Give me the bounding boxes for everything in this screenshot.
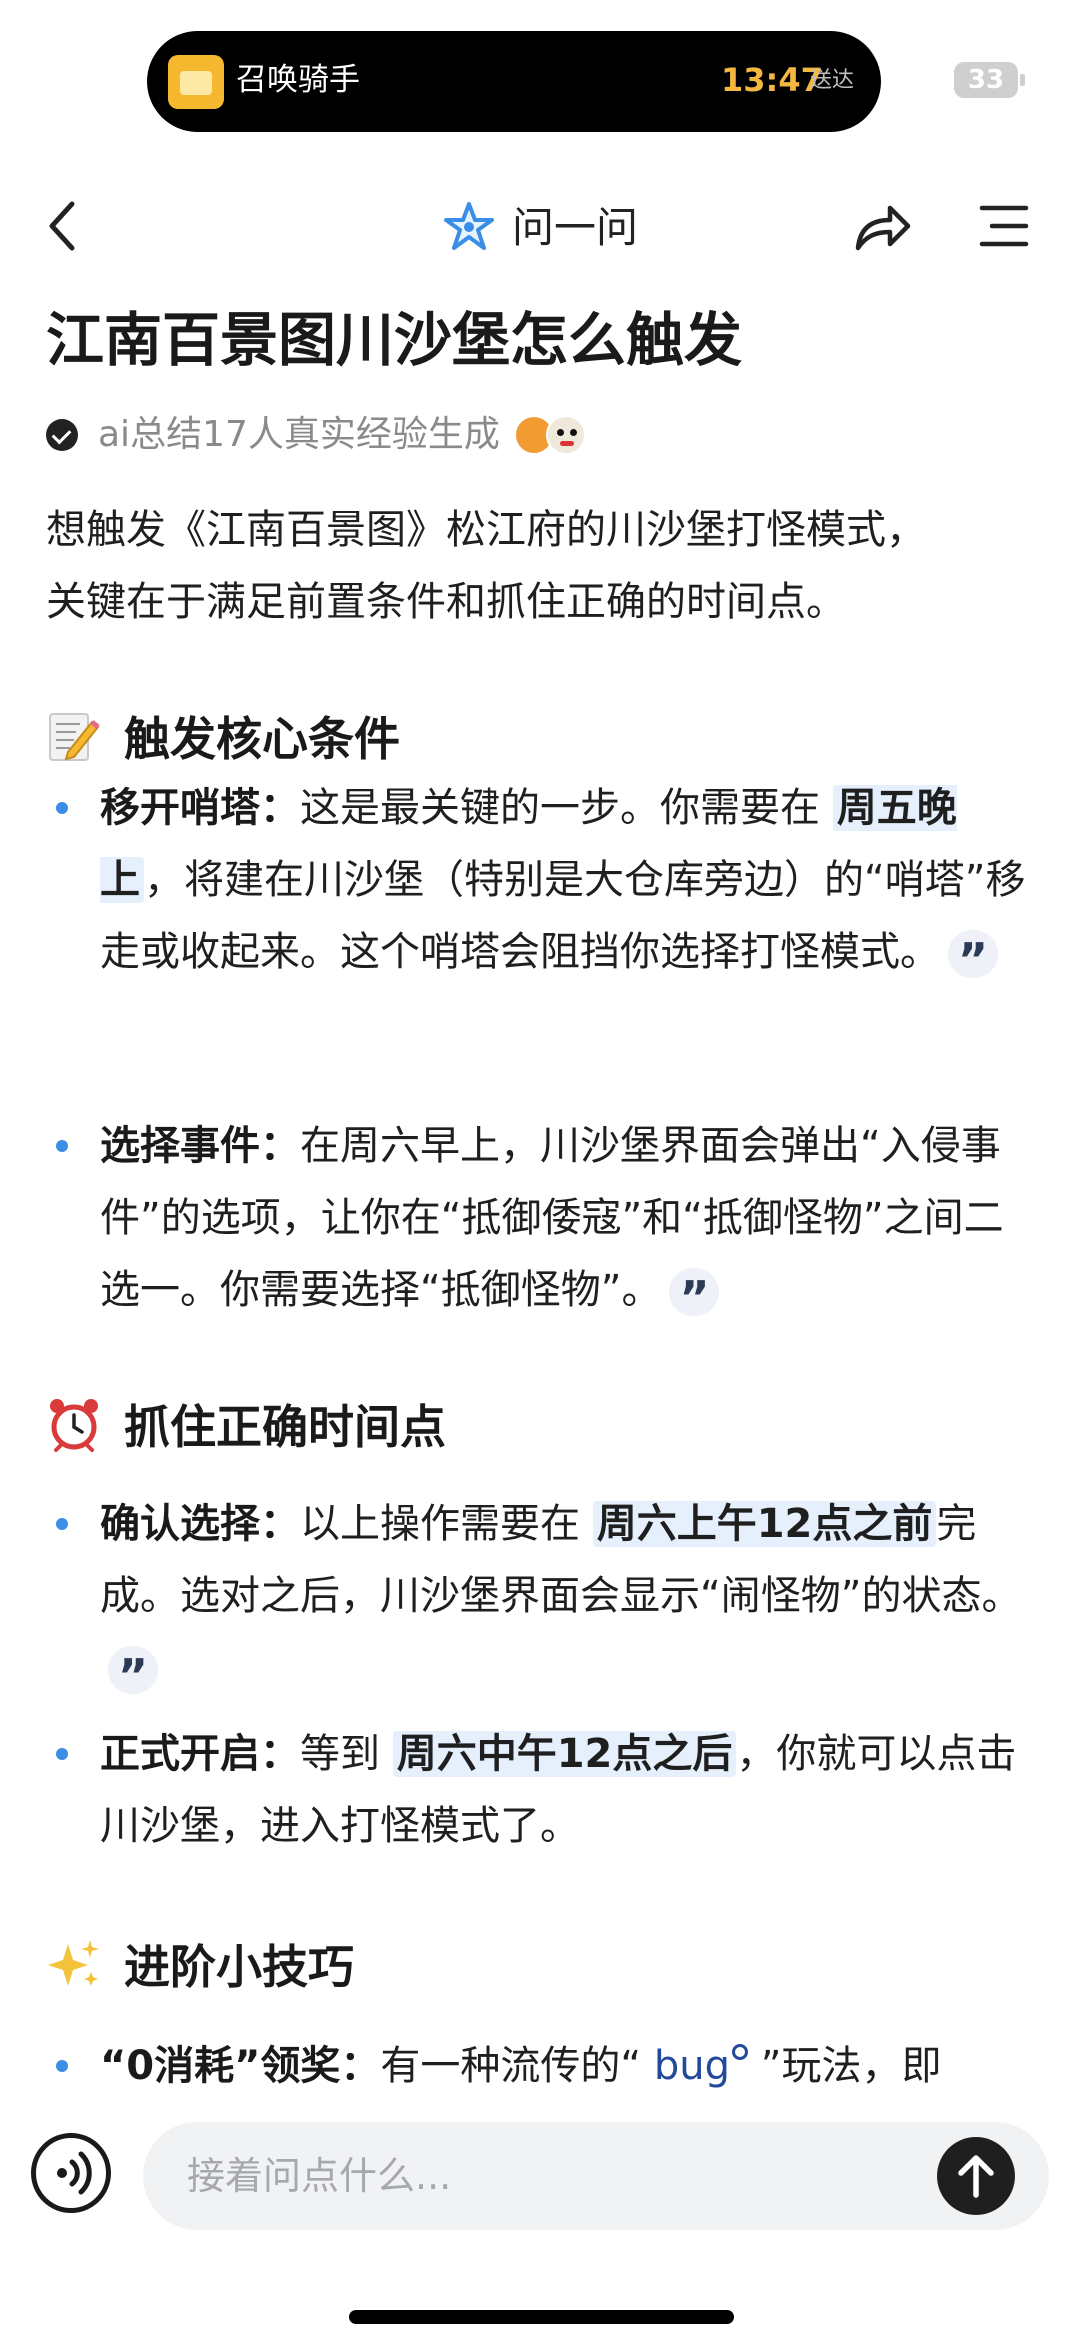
- sparkles-icon: [48, 1940, 99, 1986]
- section-heading-text: 抓住正确时间点: [124, 1400, 446, 1454]
- highlight-text: 周六上午12点之前: [592, 1501, 937, 1547]
- citation-quote-icon[interactable]: [948, 924, 998, 996]
- voice-button[interactable]: [31, 2133, 111, 2213]
- list-item: 正式开启：等到 周六中午12点之后 ，你就可以点击川沙堡，进入打怪模式了。: [100, 1718, 1035, 1862]
- nav-title: 问一问: [512, 203, 639, 252]
- list-item: “0消耗”领奖：有一种流传的“ bug ”玩法，即: [100, 2030, 1035, 2102]
- highlight-text: 周六中午12点之后: [392, 1731, 737, 1777]
- contributor-avatars[interactable]: [513, 415, 586, 455]
- island-time: 13:47: [721, 61, 823, 99]
- bullet-dot: [56, 1140, 68, 1152]
- bullet-dot: [56, 2060, 68, 2072]
- page-title: 江南百景图川沙堡怎么触发: [46, 306, 743, 374]
- send-button[interactable]: [937, 2137, 1015, 2215]
- item-label: “0消耗”领奖：: [100, 2043, 381, 2089]
- island-sub-label: 送达: [810, 68, 855, 93]
- intro-line: 想触发《江南百景图》松江府的川沙堡打怪模式，: [46, 507, 926, 553]
- nav-title-group: 问一问: [440, 198, 638, 258]
- item-text: 等到: [300, 1731, 380, 1777]
- list-item: 移开哨塔：这是最关键的一步。你需要在 周五晚上 ，将建在川沙堡（特别是大仓库旁边）…: [100, 772, 1035, 996]
- memo-pencil-icon: [49, 713, 100, 761]
- avatar: [545, 415, 586, 455]
- item-label: 正式开启：: [100, 1731, 300, 1777]
- section-heading: 抓住正确时间点: [46, 1388, 446, 1460]
- search-link[interactable]: bug: [653, 2043, 749, 2089]
- share-icon[interactable]: [852, 198, 912, 254]
- section-heading-text: 进阶小技巧: [124, 1940, 354, 1994]
- list-item: 确认选择：以上操作需要在 周六上午12点之前 完成。选对之后，川沙堡界面会显示“闹…: [100, 1488, 1035, 1712]
- item-text: ”玩法，即: [760, 2043, 942, 2089]
- ai-summary-meta: ai总结17人真实经验生成: [46, 410, 586, 460]
- item-label: 选择事件：: [100, 1123, 300, 1169]
- list-item: 选择事件：在周六早上，川沙堡界面会弹出“入侵事件”的选项，让你在“抵御倭寇”和“…: [100, 1110, 1035, 1334]
- meta-text: ai总结17人真实经验生成: [98, 414, 500, 455]
- item-text: 有一种流传的“: [380, 2043, 642, 2089]
- item-text: 这是最关键的一步。你需要在: [300, 785, 820, 831]
- search-icon: [732, 2044, 749, 2060]
- question-input-box[interactable]: [143, 2122, 1049, 2230]
- delivery-app-icon: [168, 55, 224, 109]
- link-text: bug: [653, 2043, 731, 2089]
- section-heading: 进阶小技巧: [46, 1928, 354, 2000]
- item-text: ，将建在川沙堡（特别是大仓库旁边）的“哨塔”移走或收起来。这个哨塔会阻挡你选择打…: [100, 857, 1026, 975]
- section-heading: 触发核心条件: [46, 700, 400, 772]
- citation-quote-icon[interactable]: [669, 1262, 720, 1334]
- voice-wave-icon: [57, 2151, 92, 2195]
- alarm-clock-icon: [50, 1399, 98, 1452]
- verified-check-icon: [46, 419, 78, 451]
- section-heading-text: 触发核心条件: [124, 712, 400, 766]
- battery-icon: 33: [954, 62, 1026, 98]
- intro-paragraph: 想触发《江南百景图》松江府的川沙堡打怪模式， 关键在于满足前置条件和抓住正确的时…: [46, 494, 1036, 638]
- citation-quote-icon[interactable]: [108, 1640, 158, 1712]
- item-label: 确认选择：: [100, 1501, 300, 1547]
- item-label: 移开哨塔：: [100, 785, 300, 831]
- island-app-name: 召唤骑手: [236, 62, 360, 98]
- ask-star-icon: [444, 202, 494, 250]
- question-input[interactable]: [187, 2146, 887, 2206]
- bullet-dot: [56, 1518, 68, 1530]
- bullet-dot: [56, 802, 68, 814]
- home-indicator[interactable]: [349, 2310, 734, 2324]
- bullet-dot: [56, 1748, 68, 1760]
- intro-line: 关键在于满足前置条件和抓住正确的时间点。: [46, 579, 846, 625]
- battery-level: 33: [967, 65, 1005, 95]
- nav-bar: 问一问: [0, 180, 1080, 276]
- item-text: 以上操作需要在: [300, 1501, 580, 1547]
- back-arrow-icon[interactable]: [42, 196, 82, 256]
- menu-icon[interactable]: [978, 202, 1030, 250]
- arrow-up-icon: [958, 2155, 994, 2198]
- wifi-icon: [892, 64, 932, 93]
